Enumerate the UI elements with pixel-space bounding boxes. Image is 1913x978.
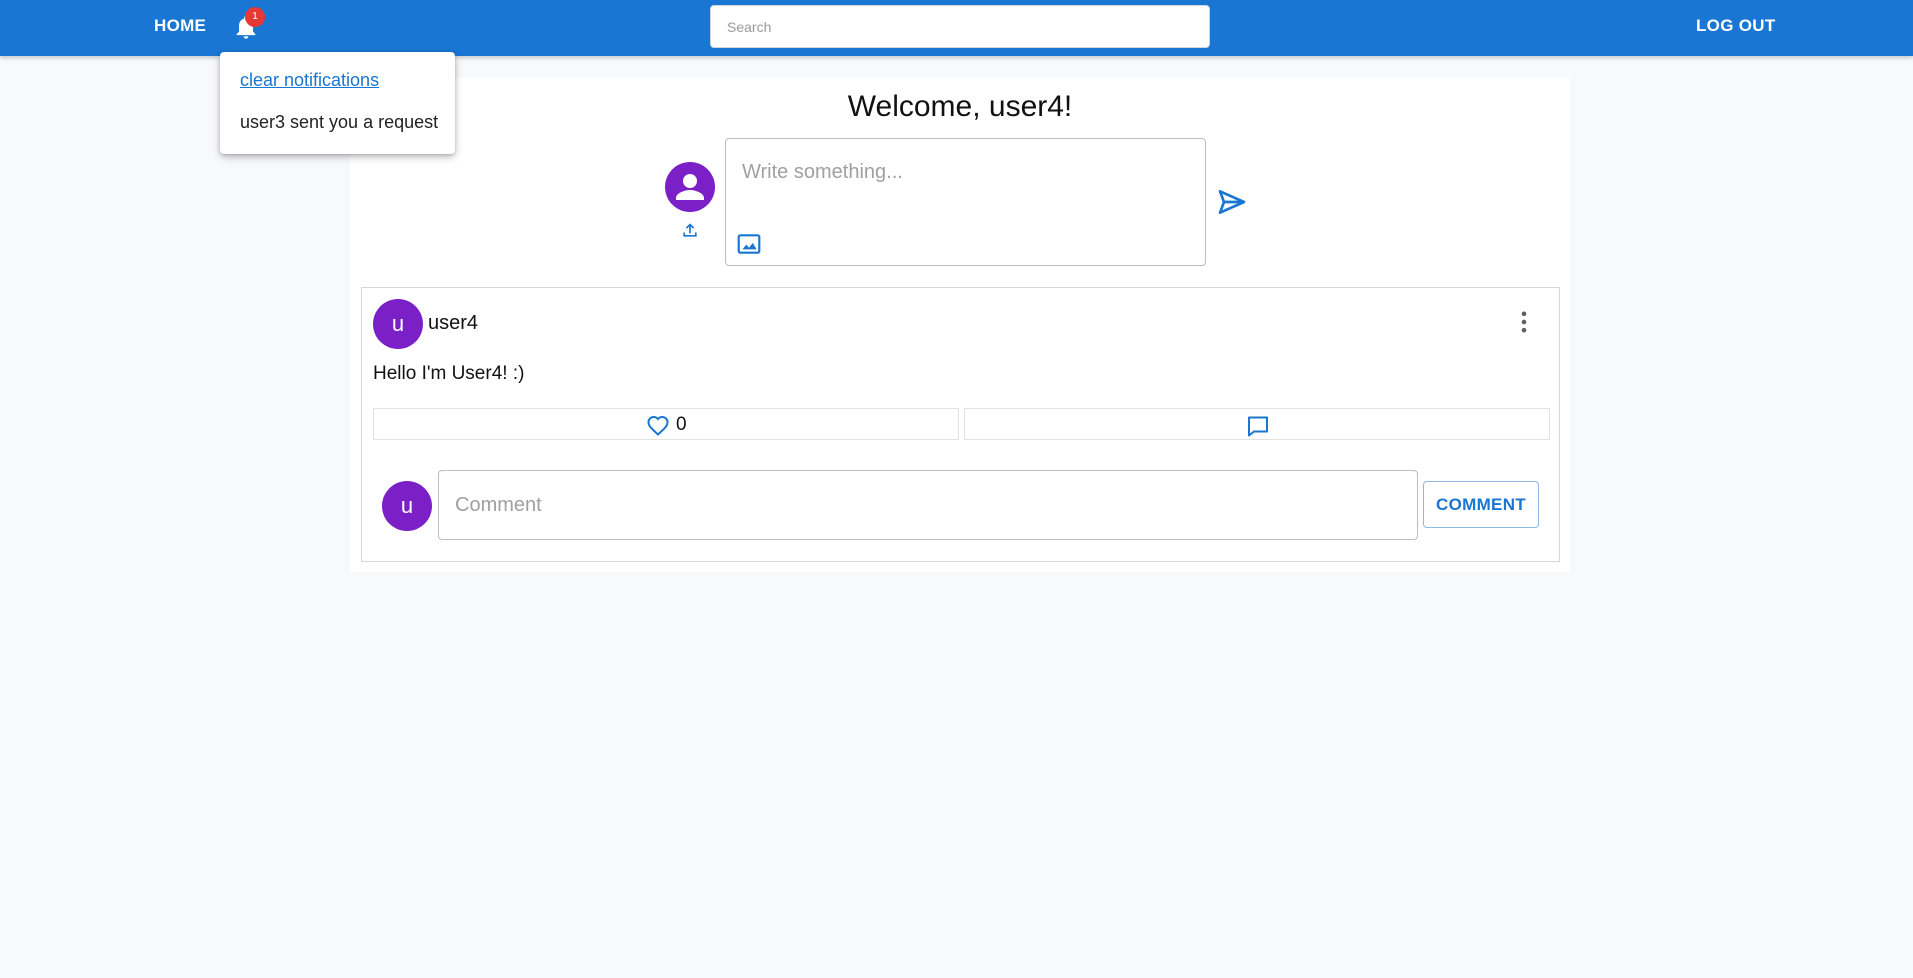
welcome-title: Welcome, user4! bbox=[847, 90, 1073, 123]
post-card: u user4 Hello I'm User4! :) 0 u COMMENT bbox=[361, 287, 1560, 562]
home-button[interactable]: HOME bbox=[154, 10, 206, 42]
comments-toggle-button[interactable] bbox=[964, 408, 1550, 440]
image-icon[interactable] bbox=[736, 231, 762, 257]
app-bar: HOME 1 LOG OUT bbox=[0, 0, 1913, 56]
post-text: Hello I'm User4! :) bbox=[373, 363, 525, 384]
send-icon[interactable] bbox=[1216, 186, 1248, 218]
notification-badge: 1 bbox=[245, 7, 265, 27]
post-username: user4 bbox=[428, 312, 479, 334]
comment-submit-button[interactable]: COMMENT bbox=[1423, 481, 1539, 528]
like-count: 0 bbox=[676, 414, 687, 435]
post-avatar: u bbox=[373, 299, 423, 349]
clear-notifications-link[interactable]: clear notifications bbox=[240, 70, 379, 91]
main-feed: Welcome, user4! Write something... u use… bbox=[350, 78, 1570, 572]
like-button[interactable]: 0 bbox=[373, 408, 959, 440]
composer-placeholder[interactable]: Write something... bbox=[742, 161, 903, 184]
comment-icon bbox=[1248, 416, 1268, 437]
search-input[interactable] bbox=[710, 5, 1210, 48]
upload-icon[interactable] bbox=[680, 220, 700, 240]
comment-input[interactable] bbox=[438, 470, 1418, 540]
more-vert-icon[interactable] bbox=[1510, 308, 1538, 336]
person-icon bbox=[676, 174, 704, 200]
post-composer[interactable]: Write something... bbox=[725, 138, 1206, 266]
notification-item[interactable]: user3 sent you a request bbox=[240, 112, 438, 133]
logout-button[interactable]: LOG OUT bbox=[1696, 10, 1776, 42]
notifications-dropdown: clear notifications user3 sent you a req… bbox=[220, 52, 455, 154]
comment-avatar: u bbox=[382, 481, 432, 531]
heart-outline-icon bbox=[647, 415, 669, 436]
composer-avatar bbox=[665, 162, 715, 212]
